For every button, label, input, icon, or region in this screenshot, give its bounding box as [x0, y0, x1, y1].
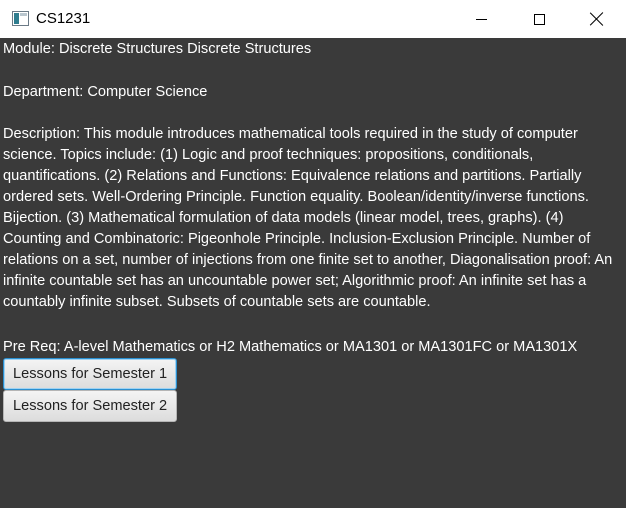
minimize-icon	[475, 18, 487, 20]
maximize-button[interactable]	[510, 0, 568, 38]
lessons-semester-2-button[interactable]: Lessons for Semester 2	[3, 390, 178, 422]
title-bar: CS1231	[0, 0, 626, 38]
maximize-icon	[533, 13, 545, 25]
prereq-label: Pre Req: A-level Mathematics or H2 Mathe…	[3, 339, 578, 355]
app-window-icon	[12, 11, 29, 26]
module-label: Module: Discrete Structures Discrete Str…	[3, 41, 312, 57]
close-icon	[590, 12, 604, 26]
department-label: Department: Computer Science	[3, 84, 208, 100]
minimize-button[interactable]	[452, 0, 510, 38]
close-button[interactable]	[568, 0, 626, 38]
module-details-panel: Module: Discrete Structures Discrete Str…	[0, 38, 626, 508]
description-text: Description: This module introduces math…	[3, 126, 613, 310]
lessons-semester-1-button[interactable]: Lessons for Semester 1	[3, 358, 178, 390]
window-title: CS1231	[36, 10, 91, 27]
